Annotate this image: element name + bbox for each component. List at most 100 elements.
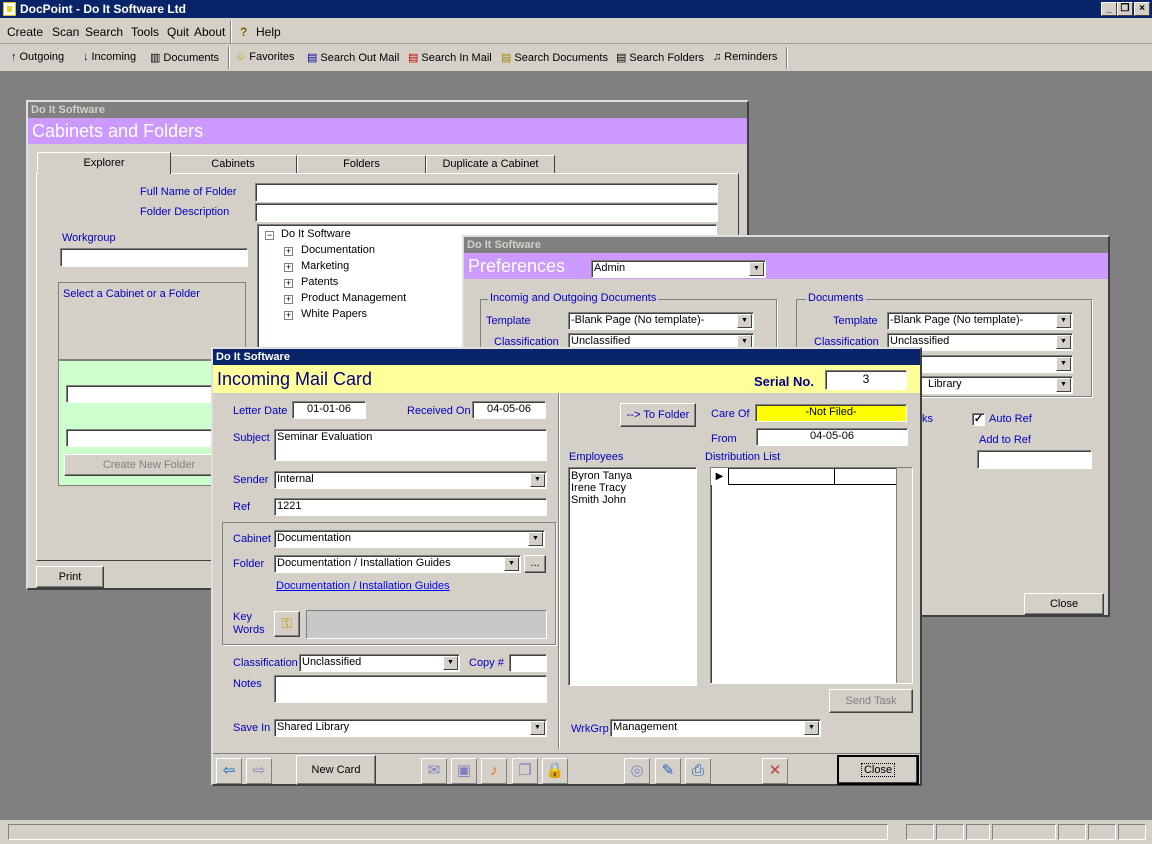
documents-button[interactable]: ▥ Documents: [150, 51, 219, 64]
delete-icon[interactable]: ✕: [762, 758, 788, 784]
subject-field[interactable]: Seminar Evaluation: [274, 429, 547, 461]
menu-help[interactable]: Help: [256, 25, 281, 39]
save-in-select[interactable]: Shared Library ▼: [274, 719, 547, 737]
employees-list[interactable]: Byron Tanya Irene Tracy Smith John: [568, 467, 697, 686]
chevron-down-icon[interactable]: ▼: [504, 557, 519, 571]
browse-folder-button[interactable]: ...: [524, 555, 546, 573]
chevron-down-icon[interactable]: ▼: [528, 532, 543, 546]
scan-icon[interactable]: ▣: [451, 758, 477, 784]
wrkgrp-select[interactable]: Management ▼: [610, 719, 821, 737]
keywords-field[interactable]: [306, 610, 547, 639]
tree-root[interactable]: Do It Software: [281, 228, 351, 240]
full-name-field[interactable]: [255, 183, 718, 202]
ref-field[interactable]: 1221: [274, 498, 547, 516]
list-item[interactable]: Byron Tanya: [571, 470, 694, 482]
folder-desc-field[interactable]: [255, 203, 718, 222]
row-pointer-icon: ▶: [711, 468, 729, 485]
reminders-button[interactable]: ♫ Reminders: [713, 51, 777, 63]
tab-explorer[interactable]: Explorer: [37, 152, 171, 174]
received-field[interactable]: 04-05-06: [472, 401, 546, 419]
menu-create[interactable]: Create: [7, 25, 43, 39]
prefs-template-select[interactable]: -Blank Page (No template)- ▼: [568, 312, 754, 330]
bell-icon[interactable]: ♪: [481, 758, 507, 784]
add-to-ref-field[interactable]: [977, 450, 1092, 469]
menu-quit[interactable]: Quit: [167, 25, 189, 39]
prefs-close-button[interactable]: Close: [1024, 593, 1104, 615]
search-in-mail-button[interactable]: ▤ Search In Mail: [408, 51, 492, 64]
close-icon[interactable]: ×: [1134, 2, 1150, 16]
distribution-grid[interactable]: ▶: [710, 467, 913, 684]
folder-select[interactable]: Documentation / Installation Guides ▼: [274, 555, 521, 573]
sender-select[interactable]: Internal ▼: [274, 471, 547, 489]
to-folder-button[interactable]: --> To Folder: [620, 403, 696, 427]
care-of-label: Care Of: [711, 408, 750, 420]
print-icon[interactable]: ⎙: [685, 758, 711, 784]
grid-scrollbar[interactable]: [896, 468, 912, 683]
chevron-down-icon[interactable]: ▼: [530, 473, 545, 487]
edit-icon[interactable]: ✎: [655, 758, 681, 784]
notes-field[interactable]: [274, 675, 547, 703]
back-icon[interactable]: ⇦: [216, 758, 242, 784]
incoming-button[interactable]: ↓ Incoming: [83, 51, 136, 63]
classification-select[interactable]: Unclassified ▼: [299, 654, 460, 672]
copy-icon[interactable]: ❐: [512, 758, 538, 784]
chevron-down-icon[interactable]: ▼: [749, 262, 764, 276]
outgoing-button[interactable]: ↑ Outgoing: [11, 51, 64, 63]
chevron-down-icon[interactable]: ▼: [737, 314, 752, 328]
from-label: From: [711, 433, 737, 445]
tree-item[interactable]: Patents: [301, 276, 338, 288]
favorites-button[interactable]: ☺ Favorites: [235, 51, 294, 63]
lock-icon[interactable]: 🔒: [542, 758, 568, 784]
search-documents-button[interactable]: ▤ Search Documents: [501, 51, 608, 64]
care-of-field[interactable]: -Not Filed-: [755, 404, 907, 422]
chevron-down-icon[interactable]: ▼: [1056, 357, 1071, 371]
chevron-down-icon[interactable]: ▼: [1056, 335, 1071, 349]
search-out-mail-button[interactable]: ▤ Search Out Mail: [307, 51, 399, 64]
menu-tools[interactable]: Tools: [131, 25, 159, 39]
list-item[interactable]: Irene Tracy: [571, 482, 694, 494]
workgroup-label: Workgroup: [62, 232, 116, 244]
letter-date-field[interactable]: 01-01-06: [292, 401, 366, 419]
chevron-down-icon[interactable]: ▼: [443, 656, 458, 670]
forward-icon[interactable]: ⇨: [246, 758, 272, 784]
tree-item[interactable]: White Papers: [301, 308, 367, 320]
preview-icon[interactable]: ◎: [624, 758, 650, 784]
search-folders-button[interactable]: ▤ Search Folders: [616, 51, 704, 64]
prefs-user-select[interactable]: Admin ▼: [591, 260, 766, 278]
mail-icon[interactable]: ✉: [421, 758, 447, 784]
menu-search[interactable]: Search: [85, 25, 123, 39]
print-button[interactable]: Print: [36, 566, 104, 588]
list-item[interactable]: Smith John: [571, 494, 694, 506]
key-icon[interactable]: ⚿: [274, 611, 300, 637]
chevron-down-icon[interactable]: ▼: [530, 721, 545, 735]
select-label: Select a Cabinet or a Folder: [63, 288, 200, 300]
restore-icon[interactable]: ❐: [1117, 2, 1133, 16]
tree-item[interactable]: Product Management: [301, 292, 406, 304]
minimize-icon[interactable]: _: [1101, 2, 1117, 16]
auto-ref-checkbox[interactable]: ✓: [972, 413, 985, 426]
tree-item[interactable]: Marketing: [301, 260, 349, 272]
create-folder-button[interactable]: Create New Folder: [64, 454, 234, 476]
menu-scan[interactable]: Scan: [52, 25, 79, 39]
serial-field[interactable]: 3: [825, 370, 907, 390]
close-button[interactable]: Close: [837, 755, 919, 785]
from-field[interactable]: 04-05-06: [756, 428, 908, 446]
chevron-down-icon[interactable]: ▼: [1056, 314, 1071, 328]
new-card-button[interactable]: New Card: [296, 755, 376, 785]
docs-template-select[interactable]: -Blank Page (No template)- ▼: [887, 312, 1073, 330]
tab-duplicate[interactable]: Duplicate a Cabinet: [426, 155, 555, 174]
send-task-button[interactable]: Send Task: [829, 689, 913, 713]
smiley-icon: ☺: [235, 51, 247, 63]
workgroup-field[interactable]: [60, 248, 248, 267]
menu-about[interactable]: About: [194, 25, 225, 39]
tab-folders[interactable]: Folders: [297, 155, 426, 174]
mailcard-window: Do It Software Incoming Mail Card Serial…: [211, 347, 922, 786]
cabinet-select[interactable]: Documentation ▼: [274, 530, 545, 548]
chevron-down-icon[interactable]: ▼: [1056, 378, 1071, 392]
cabinets-banner: Cabinets and Folders: [28, 118, 747, 144]
copy-field[interactable]: [509, 654, 547, 672]
folder-link[interactable]: Documentation / Installation Guides: [276, 580, 450, 592]
tree-item[interactable]: Documentation: [301, 244, 375, 256]
tab-cabinets[interactable]: Cabinets: [169, 155, 297, 174]
chevron-down-icon[interactable]: ▼: [804, 721, 819, 735]
